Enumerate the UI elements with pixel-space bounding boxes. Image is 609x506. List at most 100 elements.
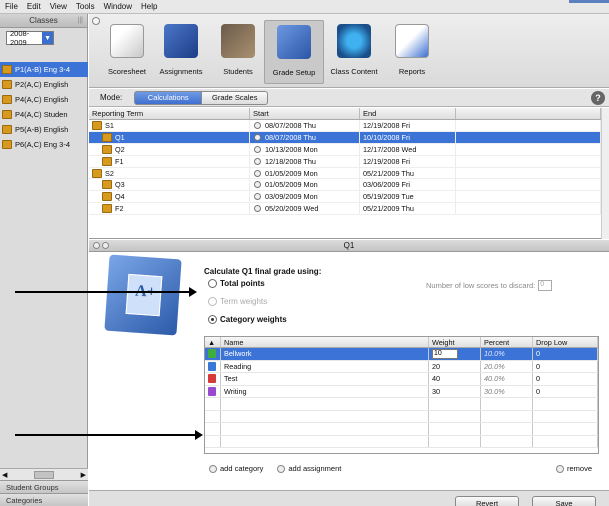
students-button[interactable]: Students — [215, 20, 261, 84]
collapse-icon[interactable] — [93, 242, 100, 249]
col-start[interactable]: Start — [250, 108, 360, 119]
menu-file[interactable]: File — [5, 2, 18, 11]
option-category-label: Category weights — [220, 315, 287, 324]
add-assignment-label: add assignment — [288, 464, 342, 473]
category-weight[interactable]: 40 — [432, 374, 440, 383]
option-total-points[interactable]: Total points — [208, 279, 265, 288]
option-term-label: Term weights — [220, 297, 268, 306]
category-drop-low[interactable]: 0 — [536, 362, 540, 371]
save-button[interactable]: Save — [532, 496, 596, 506]
table-row[interactable]: Q3 01/05/2009 Mon 03/06/2009 Fri — [89, 179, 601, 192]
term-start: 01/05/2009 Mon — [265, 168, 318, 178]
class-content-button[interactable]: Class Content — [325, 20, 383, 84]
menu-edit[interactable]: Edit — [27, 2, 41, 11]
reports-button[interactable]: Reports — [389, 20, 435, 84]
class-item[interactable]: P5(A-B) English — [0, 122, 88, 137]
menu-tools[interactable]: Tools — [76, 2, 95, 11]
col-reporting-term[interactable]: Reporting Term — [89, 108, 250, 119]
table-row[interactable]: S2 01/05/2009 Mon 05/21/2009 Thu — [89, 167, 601, 180]
window-accent — [569, 0, 609, 3]
class-label: P4(A,C) English — [15, 95, 69, 104]
year-select[interactable]: 2008-2009 ▼ — [6, 29, 54, 47]
col-weight[interactable]: Weight — [429, 337, 481, 347]
remove-button[interactable]: remove — [555, 464, 592, 473]
reports-icon — [395, 24, 429, 58]
table-row[interactable]: Test 40 40.0% 0 — [205, 373, 598, 386]
col-percent[interactable]: Percent — [481, 337, 533, 347]
radio-category-weights[interactable] — [208, 315, 217, 324]
add-category-button[interactable]: add category — [209, 464, 263, 474]
class-item[interactable]: P2(A,C) English — [0, 77, 88, 92]
table-row[interactable]: Reading 20 20.0% 0 — [205, 360, 598, 373]
category-drop-low[interactable]: 0 — [536, 349, 540, 358]
scoresheet-label: Scoresheet — [108, 67, 146, 76]
term-start: 10/13/2008 Mon — [265, 144, 318, 154]
col-end[interactable]: End — [360, 108, 456, 119]
chevron-right-icon[interactable]: ▶ — [81, 471, 86, 479]
mode-calculations[interactable]: Calculations — [134, 90, 203, 105]
scoresheet-icon — [110, 24, 144, 58]
assignments-button[interactable]: Assignments — [153, 20, 209, 84]
option-category-weights[interactable]: Category weights — [208, 315, 287, 324]
col-name[interactable]: Name — [221, 337, 429, 347]
expand-icon[interactable] — [102, 242, 109, 249]
folder-icon — [102, 156, 112, 166]
class-item[interactable]: P4(A,C) English — [0, 92, 88, 107]
low-scores-input[interactable]: 0 — [538, 280, 553, 291]
category-percent: 30.0% — [484, 386, 505, 396]
table-row[interactable]: Q4 03/09/2009 Mon 05/19/2009 Tue — [89, 191, 601, 204]
low-scores-control: Number of low scores to discard: 0 — [426, 280, 553, 291]
clock-icon — [254, 145, 261, 153]
category-weight[interactable]: 20 — [432, 362, 440, 371]
term-name: F1 — [115, 156, 124, 166]
grip-icon[interactable]: ||| — [78, 17, 83, 24]
categories-tab[interactable]: Categories — [0, 493, 88, 506]
help-icon[interactable]: ? — [591, 91, 605, 105]
table-row[interactable]: Writing 30 30.0% 0 — [205, 385, 598, 398]
col-drop-low[interactable]: Drop Low — [533, 337, 598, 347]
toolbar-toggle-icon[interactable] — [92, 17, 100, 25]
class-item[interactable]: P1(A-B) Eng 3-4 — [0, 62, 88, 77]
category-icon — [208, 374, 216, 384]
category-weight[interactable]: 30 — [432, 387, 440, 396]
option-term-weights[interactable]: Term weights — [208, 297, 267, 306]
table-row[interactable]: F1 12/18/2008 Thu 12/19/2008 Fri — [89, 155, 601, 168]
folder-icon — [2, 80, 12, 89]
table-row[interactable]: Q1 08/07/2008 Thu 10/10/2008 Fri — [89, 131, 601, 144]
chevron-left-icon[interactable]: ◀ — [2, 471, 7, 479]
mode-grade-scales[interactable]: Grade Scales — [202, 90, 269, 105]
weight-input[interactable]: 10 — [432, 348, 458, 359]
revert-button[interactable]: Revert — [455, 496, 519, 506]
term-name: S1 — [105, 120, 114, 130]
reporting-term-table: Reporting Term Start End S1 08/07/2008 T… — [89, 108, 609, 239]
add-assignment-button[interactable]: add assignment — [277, 464, 342, 474]
table-row[interactable]: Q2 10/13/2008 Mon 12/17/2008 Wed — [89, 143, 601, 156]
grade-setup-button[interactable]: Grade Setup — [264, 20, 324, 84]
term-table-scrollbar[interactable] — [601, 108, 609, 239]
chevron-down-icon[interactable]: ▼ — [42, 32, 53, 44]
radio-term-weights[interactable] — [208, 297, 217, 306]
class-item[interactable]: P6(A,C) Eng 3-4 — [0, 137, 88, 152]
menu-help[interactable]: Help — [141, 2, 157, 11]
student-groups-tab[interactable]: Student Groups — [0, 480, 88, 493]
sidebar-scrollbar[interactable]: ◀ ▶ — [0, 468, 88, 480]
scroll-thumb[interactable] — [34, 470, 54, 479]
category-drop-low[interactable]: 0 — [536, 387, 540, 396]
menu-view[interactable]: View — [50, 2, 67, 11]
clock-icon — [254, 169, 261, 177]
table-row[interactable]: F2 05/20/2009 Wed 05/21/2009 Thu — [89, 203, 601, 216]
class-label: P4(A,C) Studen — [15, 110, 68, 119]
table-row[interactable]: Bellwork 10 10.0% 0 — [205, 348, 598, 361]
detail-title: Q1 — [343, 241, 355, 250]
category-drop-low[interactable]: 0 — [536, 374, 540, 383]
class-label: P2(A,C) English — [15, 80, 69, 89]
radio-total-points[interactable] — [208, 279, 217, 288]
scoresheet-button[interactable]: Scoresheet — [102, 20, 152, 84]
menu-window[interactable]: Window — [104, 2, 132, 11]
sort-icon[interactable]: ▲ — [205, 337, 221, 347]
class-item[interactable]: P4(A,C) Studen — [0, 107, 88, 122]
low-scores-label: Number of low scores to discard: — [426, 281, 536, 290]
clock-icon — [254, 193, 261, 201]
class-content-label: Class Content — [330, 67, 378, 76]
table-row[interactable]: S1 08/07/2008 Thu 12/19/2008 Fri — [89, 120, 601, 132]
